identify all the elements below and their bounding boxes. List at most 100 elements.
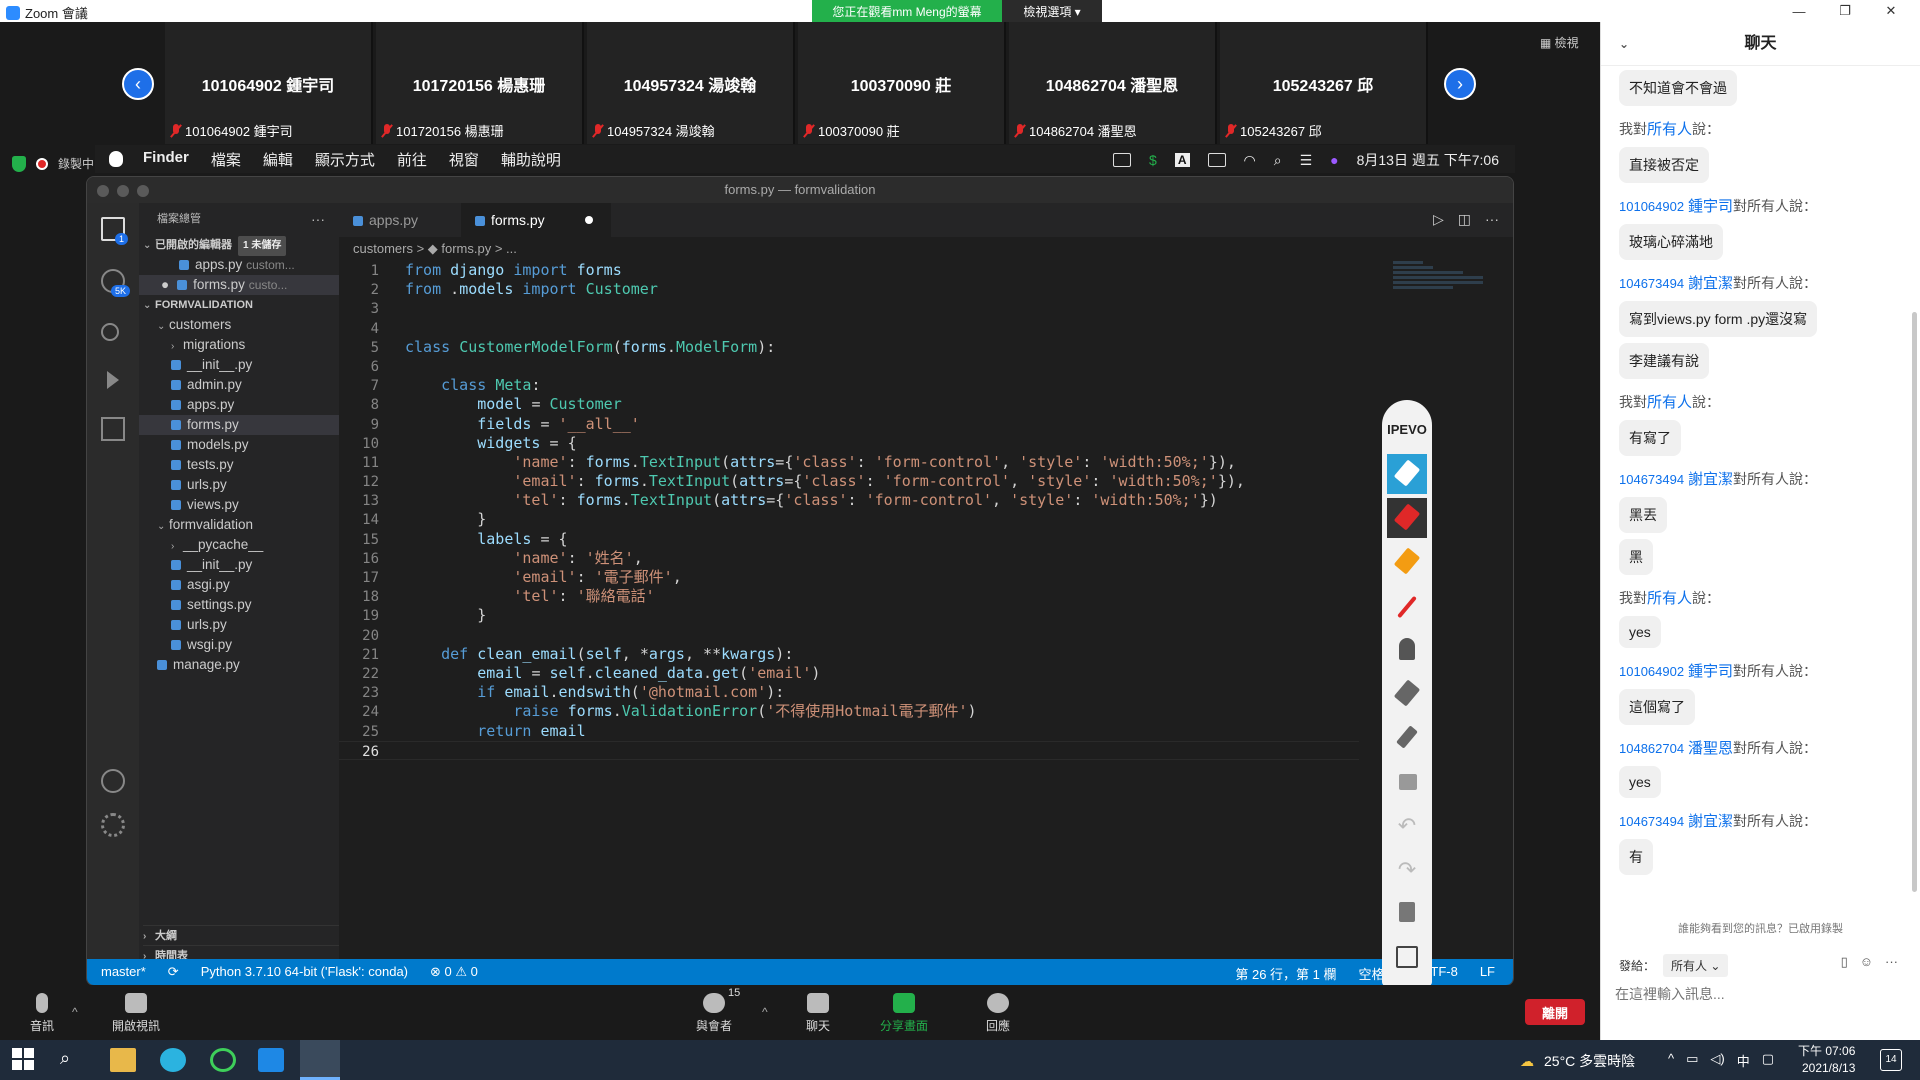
apple-icon[interactable] (109, 151, 123, 167)
close-icon[interactable]: ✕ (1868, 0, 1914, 22)
input-method-icon[interactable]: A (1174, 153, 1190, 167)
view-toggle-button[interactable]: ▦ 檢視 (1540, 34, 1579, 51)
app-ring-icon[interactable] (210, 1048, 236, 1072)
stamp-icon[interactable] (1387, 630, 1427, 670)
run-debug-icon[interactable] (107, 371, 119, 389)
search-icon[interactable]: ⌕ (60, 1048, 86, 1072)
mac-menu-item[interactable]: 輔助說明 (501, 149, 561, 170)
settings-gear-icon[interactable] (101, 813, 125, 837)
tree-file[interactable]: asgi.py (139, 575, 339, 595)
code-line[interactable]: 6 (339, 357, 1359, 376)
vscode-taskbar-icon[interactable] (258, 1048, 284, 1072)
mac-menu-item[interactable]: 檔案 (211, 149, 241, 170)
line-icon[interactable] (1387, 586, 1427, 626)
status-item[interactable]: Python 3.7.10 64-bit ('Flask': conda) (201, 964, 408, 980)
code-line[interactable]: 14 } (339, 510, 1359, 529)
code-line[interactable]: 1 from django import forms (339, 261, 1359, 280)
sender-name[interactable]: 鍾宇司 (1688, 663, 1733, 680)
weather-widget[interactable]: ☁ 25°C 多雲時陰 (1520, 1051, 1635, 1071)
code-line[interactable]: 21 def clean_email(self, *args, **kwargs… (339, 645, 1359, 664)
open-editors-section[interactable]: ⌄ 已開啟的編輯器 1 未儲存 (139, 235, 339, 256)
screenshot-icon[interactable] (1387, 938, 1427, 978)
chat-button[interactable]: 聊天 (806, 993, 830, 1034)
close-traffic-icon[interactable] (97, 185, 109, 197)
tree-file[interactable]: models.py (139, 435, 339, 455)
open-editor-item[interactable]: ● forms.py custo... (139, 275, 339, 295)
restore-icon[interactable]: ❐ (1822, 0, 1868, 22)
network-icon[interactable]: ▭ (1686, 1051, 1698, 1070)
zoom-traffic-icon[interactable] (137, 185, 149, 197)
send-to-select[interactable]: 所有人 ⌄ (1663, 954, 1729, 977)
code-line[interactable]: 26 (339, 740, 1359, 760)
code-area[interactable]: 1 from django import forms 2 from .models i… (339, 261, 1359, 760)
code-line[interactable]: 23 if email.endswith('@hotmail.com'): (339, 683, 1359, 702)
file-explorer-icon[interactable] (110, 1048, 136, 1072)
highlighter-icon[interactable] (1387, 542, 1427, 582)
sender-name[interactable]: 潘聖恩 (1688, 740, 1733, 757)
tab-forms[interactable]: forms.py (461, 203, 611, 237)
search-icon[interactable] (101, 323, 119, 341)
tree-file[interactable]: admin.py (139, 375, 339, 395)
participant-tile[interactable]: 105243267 邱 105243267 邱 (1220, 22, 1428, 144)
annotation-mode-icon[interactable] (1387, 454, 1427, 494)
notification-icon[interactable]: 14 (1880, 1049, 1902, 1071)
mac-menu-item[interactable]: 視窗 (449, 149, 479, 170)
prev-participants-icon[interactable]: ‹ (122, 68, 154, 100)
code-line[interactable]: 2 from .models import Customer (339, 280, 1359, 299)
tab-apps[interactable]: apps.py (339, 203, 459, 237)
account-icon[interactable] (101, 769, 125, 793)
tree-file[interactable]: manage.py (139, 655, 339, 675)
code-line[interactable]: 17 'email': '電子郵件', (339, 568, 1359, 587)
next-participants-icon[interactable]: › (1444, 68, 1476, 100)
code-line[interactable]: 11 'name': forms.TextInput(attrs={'class… (339, 453, 1359, 472)
screen-icon[interactable] (1113, 153, 1132, 167)
reactions-button[interactable]: 回應 (986, 993, 1010, 1034)
code-line[interactable]: 16 'name': '姓名', (339, 549, 1359, 568)
code-line[interactable]: 18 'tel': '聯絡電話' (339, 587, 1359, 606)
sender-name[interactable]: 謝宜潔 (1688, 275, 1733, 292)
code-line[interactable]: 4 (339, 319, 1359, 338)
trash-icon[interactable] (1387, 894, 1427, 934)
status-item[interactable]: ⟳ (168, 964, 179, 980)
tree-folder[interactable]: › __pycache__ (139, 535, 339, 555)
tree-file[interactable]: urls.py (139, 615, 339, 635)
leave-meeting-button[interactable]: 離開 (1525, 999, 1585, 1025)
split-editor-icon[interactable]: ◫ (1458, 211, 1471, 228)
taskbar-clock[interactable]: 下午 07:06 2021/8/13 (1798, 1043, 1855, 1077)
code-line[interactable]: 25 return email (339, 722, 1359, 741)
code-line[interactable]: 22 email = self.cleaned_data.get('email'… (339, 664, 1359, 683)
tree-file[interactable]: views.py (139, 495, 339, 515)
redo-icon[interactable]: ↷ (1387, 850, 1427, 890)
tree-file[interactable]: __init__.py (139, 355, 339, 375)
tree-folder[interactable]: ⌄ formvalidation (139, 515, 339, 535)
mac-menu-item[interactable]: 顯示方式 (315, 149, 375, 170)
code-line[interactable]: 7 class Meta: (339, 376, 1359, 395)
code-line[interactable]: 24 raise forms.ValidationError('不得使用Hotm… (339, 702, 1359, 721)
edge-icon[interactable] (160, 1048, 186, 1072)
toolbox-icon[interactable] (1387, 762, 1427, 802)
unsaved-dot-icon[interactable]: ● (161, 277, 169, 292)
mac-menu-item[interactable]: Finder (143, 149, 189, 170)
audio-button[interactable]: 音訊 (30, 993, 54, 1034)
chat-notice[interactable]: 誰能夠看到您的訊息？已啟用錄製 (1601, 920, 1920, 936)
unsaved-dot-icon[interactable] (584, 216, 593, 224)
sender-name[interactable]: 謝宜潔 (1688, 813, 1733, 830)
tree-file[interactable]: tests.py (139, 455, 339, 475)
participant-tile[interactable]: 104957324 湯竣翰 104957324 湯竣翰 (587, 22, 795, 144)
tray-chevron-icon[interactable]: ^ (1668, 1051, 1674, 1070)
eraser-icon[interactable] (1387, 674, 1427, 714)
chat-input[interactable] (1615, 980, 1905, 1008)
participant-tile[interactable]: 104862704 潘聖恩 104862704 潘聖恩 (1009, 22, 1217, 144)
sender-name[interactable]: 所有人 (1647, 394, 1692, 411)
zoom-taskbar-icon[interactable] (300, 1040, 340, 1080)
audio-options-icon[interactable]: ^ (72, 1005, 78, 1019)
sender-name[interactable]: 所有人 (1647, 121, 1692, 138)
mac-menu-item[interactable]: 編輯 (263, 149, 293, 170)
siri-icon[interactable]: ● (1330, 152, 1338, 168)
tree-file[interactable]: urls.py (139, 475, 339, 495)
windows-start-icon[interactable] (12, 1048, 38, 1072)
project-section[interactable]: ⌄ FORMVALIDATION (139, 295, 339, 315)
tree-file[interactable]: wsgi.py (139, 635, 339, 655)
pointer-icon[interactable] (1387, 718, 1427, 758)
code-line[interactable]: 5 class CustomerModelForm(forms.ModelForm… (339, 338, 1359, 357)
